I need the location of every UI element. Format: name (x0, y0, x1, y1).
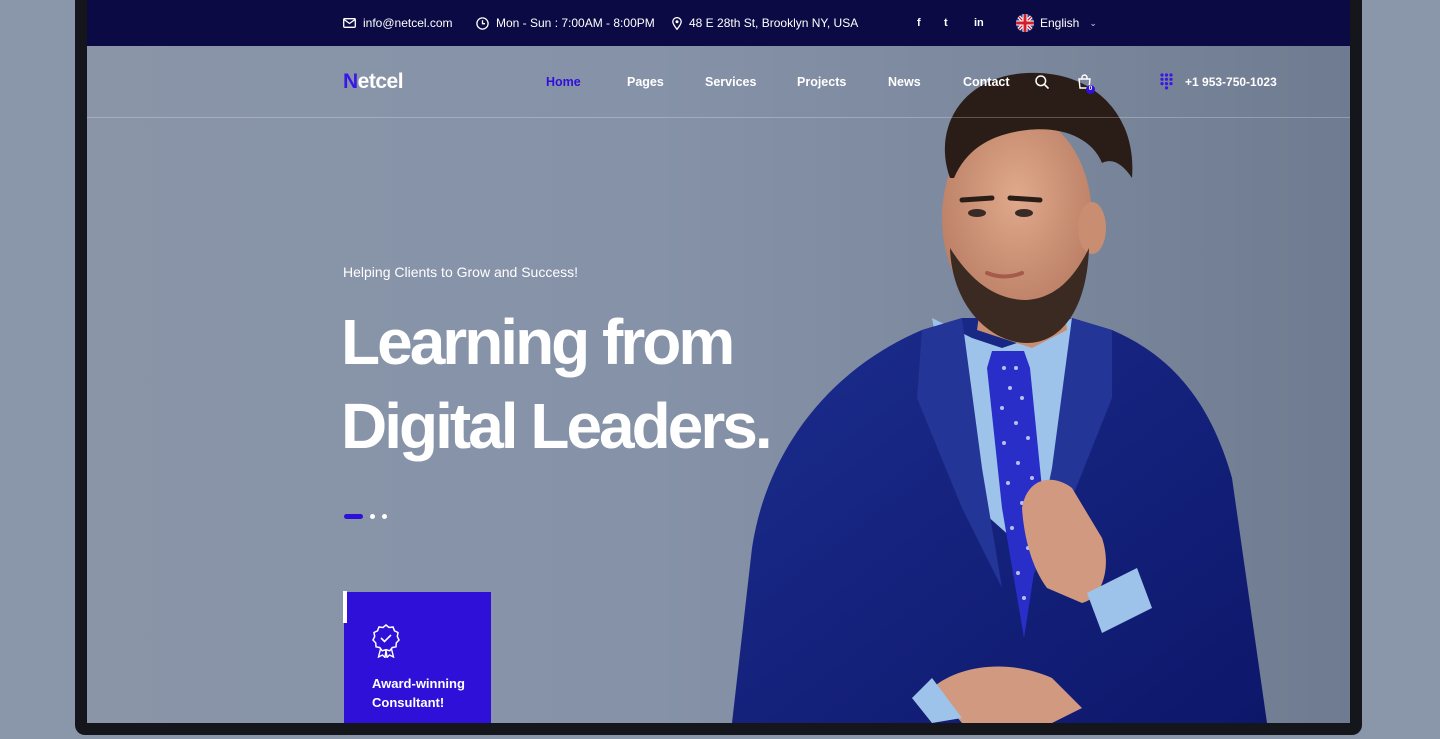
slide-dot-1[interactable] (344, 514, 363, 519)
nav-home[interactable]: Home (546, 46, 581, 117)
slide-dot-3[interactable] (382, 514, 387, 519)
opening-hours: Mon - Sun : 7:00AM - 8:00PM (476, 0, 655, 46)
social-linkedin[interactable]: in (974, 0, 984, 46)
social-facebook[interactable]: f (917, 0, 921, 46)
headline-line-1: Learning from (341, 306, 735, 378)
map-pin-icon (672, 16, 682, 30)
cart-count-badge: 0 (1086, 85, 1095, 94)
nav-news[interactable]: News (888, 46, 921, 117)
logo-initial: N (343, 69, 358, 93)
top-info-bar: info@netcel.com Mon - Sun : 7:00AM - 8:0… (87, 0, 1350, 46)
main-navbar: Netcel Home Pages Services Projects News… (87, 46, 1350, 118)
slide-dot-2[interactable] (370, 514, 375, 519)
search-button[interactable] (1035, 46, 1049, 117)
language-selector[interactable]: English ⌄ (1016, 0, 1097, 46)
logo-text: etcel (357, 69, 404, 93)
chevron-down-icon: ⌄ (1089, 17, 1097, 28)
website-screen: info@netcel.com Mon - Sun : 7:00AM - 8:0… (87, 0, 1350, 723)
uk-flag-icon (1016, 14, 1034, 32)
hero-headline: Learning from Digital Leaders. (341, 300, 773, 468)
search-icon (1035, 74, 1049, 89)
hours-text: Mon - Sun : 7:00AM - 8:00PM (496, 16, 655, 30)
facebook-icon: f (917, 17, 921, 29)
award-text: Award-winning Consultant! (372, 676, 465, 710)
cart-button[interactable]: 0 (1078, 46, 1095, 117)
phone-contact[interactable]: +1 953-750-1023 (1160, 46, 1277, 117)
nav-projects[interactable]: Projects (797, 46, 846, 117)
award-card: Award-winning Consultant! (343, 591, 491, 723)
nav-pages[interactable]: Pages (627, 46, 664, 117)
linkedin-icon: in (974, 17, 984, 29)
dial-pad-icon (1160, 73, 1173, 90)
email-text: info@netcel.com (363, 16, 453, 30)
envelope-icon (343, 18, 356, 28)
address: 48 E 28th St, Brooklyn NY, USA (672, 0, 858, 46)
award-badge-icon (372, 624, 400, 658)
twitter-icon: t (944, 17, 948, 29)
award-accent-bar (343, 591, 347, 623)
email-contact[interactable]: info@netcel.com (343, 0, 453, 46)
headline-line-2: Digital Leaders. (341, 390, 773, 462)
social-twitter[interactable]: t (944, 0, 948, 46)
phone-number: +1 953-750-1023 (1185, 74, 1277, 89)
language-label: English (1040, 16, 1080, 30)
address-text: 48 E 28th St, Brooklyn NY, USA (689, 16, 859, 30)
hero-subtitle: Helping Clients to Grow and Success! (343, 264, 578, 280)
nav-services[interactable]: Services (705, 46, 756, 117)
nav-contact[interactable]: Contact (963, 46, 1010, 117)
site-logo[interactable]: Netcel (343, 46, 404, 117)
clock-icon (476, 16, 489, 30)
slider-pagination (344, 514, 387, 519)
